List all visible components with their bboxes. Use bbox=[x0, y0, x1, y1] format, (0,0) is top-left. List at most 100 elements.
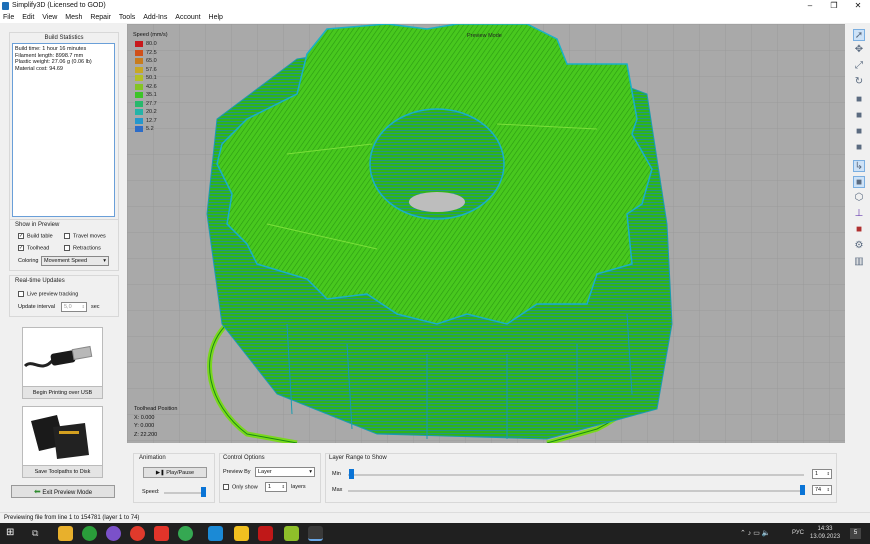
spin-arrows-icon: ⇕ bbox=[281, 484, 285, 489]
interval-label: Update interval bbox=[18, 304, 55, 310]
max-track bbox=[348, 490, 804, 492]
build-stats-text: Build time: 1 hour 16 minutes Filament l… bbox=[12, 43, 115, 217]
move-tool-icon[interactable]: ✥ bbox=[853, 44, 865, 56]
legend-swatch bbox=[135, 66, 143, 73]
speed-slider[interactable] bbox=[201, 487, 206, 497]
coloring-label: Coloring bbox=[18, 258, 39, 264]
max-layer-spinbox[interactable]: 74 ⇕ bbox=[812, 485, 832, 495]
live-tracking-label: Live preview tracking bbox=[27, 291, 79, 298]
max-layer-slider[interactable] bbox=[800, 485, 805, 495]
legend-value: 57.6 bbox=[146, 66, 157, 73]
menu-repair[interactable]: Repair bbox=[90, 12, 111, 23]
toolhead-position: Toolhead Position X: 0.000 Y: 0.000 Z: 2… bbox=[134, 405, 177, 439]
speed-track bbox=[164, 492, 206, 494]
language-indicator[interactable]: РУС bbox=[792, 530, 804, 536]
toolhead-label: Toolhead bbox=[27, 245, 50, 252]
menu-tools[interactable]: Tools bbox=[119, 12, 135, 23]
layer-range-group: Layer Range to Show Min 1 ⇕ Max 74 ⇕ bbox=[325, 453, 837, 503]
gear-render bbox=[127, 24, 845, 443]
layer-range-title: Layer Range to Show bbox=[329, 455, 387, 461]
app-color-icon[interactable] bbox=[234, 526, 249, 541]
only-show-checkbox[interactable]: Only show bbox=[223, 484, 258, 490]
legend-swatch bbox=[135, 75, 143, 81]
menu-file[interactable]: File bbox=[3, 12, 14, 23]
play-pause-icon: ▶❚ bbox=[155, 470, 165, 476]
live-tracking-checkbox[interactable]: Live preview tracking bbox=[18, 291, 78, 297]
clock[interactable]: 14:33 13.09.2023 bbox=[810, 525, 840, 541]
interval-spinbox[interactable]: 5,0 ⇕ bbox=[61, 302, 87, 312]
legend-value: 80.0 bbox=[146, 41, 157, 47]
app-blue-icon[interactable] bbox=[208, 526, 223, 541]
min-layer-spinbox[interactable]: 1 ⇕ bbox=[812, 469, 832, 479]
only-show-label: Only show bbox=[232, 484, 258, 491]
yandex-icon[interactable] bbox=[130, 526, 145, 541]
view-top-icon[interactable]: ■ bbox=[853, 126, 865, 138]
scale-tool-icon[interactable]: ⤢ bbox=[853, 60, 865, 72]
toolhead-title: Toolhead Position bbox=[134, 406, 178, 412]
task-view-icon[interactable]: ⧉ bbox=[32, 528, 38, 539]
play-pause-label: Play/Pause bbox=[166, 470, 195, 476]
tray-icons[interactable]: ⌃ ♪ ▭ 🔈 bbox=[740, 529, 771, 537]
title-bar: Simplify3D (Licensed to GOD) – ❐ ✕ bbox=[0, 0, 870, 12]
support-icon[interactable]: ■ bbox=[853, 224, 865, 236]
legend-value: 35.1 bbox=[146, 92, 157, 98]
settings-gear-icon[interactable]: ⚙ bbox=[853, 240, 865, 252]
toolhead-checkbox[interactable]: ✓ Toolhead bbox=[18, 245, 49, 251]
legend-value: 5.2 bbox=[146, 126, 154, 132]
viber-icon[interactable] bbox=[106, 526, 121, 541]
kaspersky-icon[interactable] bbox=[178, 526, 193, 541]
build-table-label: Build table bbox=[27, 233, 53, 240]
animation-group: Animation ▶❚ Play/Pause Speed: bbox=[133, 453, 215, 503]
app-red-icon[interactable] bbox=[258, 526, 273, 541]
legend-title: Speed (mm/s) bbox=[133, 32, 168, 38]
coloring-select[interactable]: Movement Speed ▾ bbox=[41, 256, 109, 266]
checkbox-box bbox=[64, 245, 70, 251]
wireframe-icon[interactable]: ⬡ bbox=[853, 192, 865, 204]
layers-label: layers bbox=[291, 484, 306, 490]
menu-account[interactable]: Account bbox=[175, 12, 200, 23]
menu-edit[interactable]: Edit bbox=[22, 12, 34, 23]
notifications-badge[interactable]: 5 bbox=[850, 528, 861, 539]
only-show-spinbox[interactable]: 1 ⇕ bbox=[265, 482, 287, 492]
yandex-browser-icon[interactable] bbox=[154, 526, 169, 541]
show-in-preview-title: Show in Preview bbox=[15, 222, 60, 228]
exit-preview-button[interactable]: ⬅ Exit Preview Mode bbox=[11, 485, 115, 498]
simplify3d-taskbar-icon[interactable] bbox=[308, 526, 323, 541]
travel-moves-checkbox[interactable]: Travel moves bbox=[64, 233, 106, 239]
menu-help[interactable]: Help bbox=[209, 12, 223, 23]
retractions-checkbox[interactable]: Retractions bbox=[64, 245, 101, 251]
menu-addins[interactable]: Add-Ins bbox=[143, 12, 167, 23]
start-icon[interactable]: ⊞ bbox=[6, 528, 16, 538]
spin-arrows-icon: ⇕ bbox=[81, 304, 85, 309]
legend-value: 20.2 bbox=[146, 109, 157, 115]
preview-by-select[interactable]: Layer ▾ bbox=[255, 467, 315, 477]
axes-icon[interactable]: ↳ bbox=[853, 160, 865, 172]
explorer-icon[interactable] bbox=[58, 526, 73, 541]
legend-swatch bbox=[135, 49, 143, 56]
solid-view-icon[interactable]: ■ bbox=[853, 176, 865, 188]
checkbox-box bbox=[18, 291, 24, 297]
view-iso-icon[interactable]: ■ bbox=[853, 94, 865, 106]
view-front-icon[interactable]: ■ bbox=[853, 110, 865, 122]
close-button[interactable]: ✕ bbox=[846, 0, 870, 12]
menu-mesh[interactable]: Mesh bbox=[65, 12, 82, 23]
cross-section-icon[interactable]: ⊥ bbox=[853, 208, 865, 220]
rotate-tool-icon[interactable]: ↻ bbox=[853, 76, 865, 88]
chrome-icon[interactable] bbox=[82, 526, 97, 541]
legend-swatch bbox=[135, 92, 143, 98]
app-green-icon[interactable] bbox=[284, 526, 299, 541]
legend-swatch bbox=[135, 109, 143, 115]
sd-save-card[interactable]: Save Toolpaths to Disk bbox=[22, 406, 103, 478]
legend-value: 72.5 bbox=[146, 49, 157, 56]
min-layer-slider[interactable] bbox=[349, 469, 354, 479]
menu-view[interactable]: View bbox=[42, 12, 57, 23]
play-pause-button[interactable]: ▶❚ Play/Pause bbox=[143, 467, 207, 478]
select-tool-icon[interactable]: ➚ bbox=[853, 29, 865, 41]
view-side-icon[interactable]: ■ bbox=[853, 142, 865, 154]
build-table-checkbox[interactable]: ✓ Build table bbox=[18, 233, 53, 239]
preview-viewport[interactable]: Speed (mm/s) Preview Mode 80.0 72.5 65.0 57… bbox=[127, 24, 845, 443]
maximize-button[interactable]: ❐ bbox=[822, 0, 846, 12]
build-plate-icon[interactable]: ▥ bbox=[853, 256, 865, 268]
usb-print-card[interactable]: Begin Printing over USB bbox=[22, 327, 103, 399]
minimize-button[interactable]: – bbox=[798, 0, 822, 12]
